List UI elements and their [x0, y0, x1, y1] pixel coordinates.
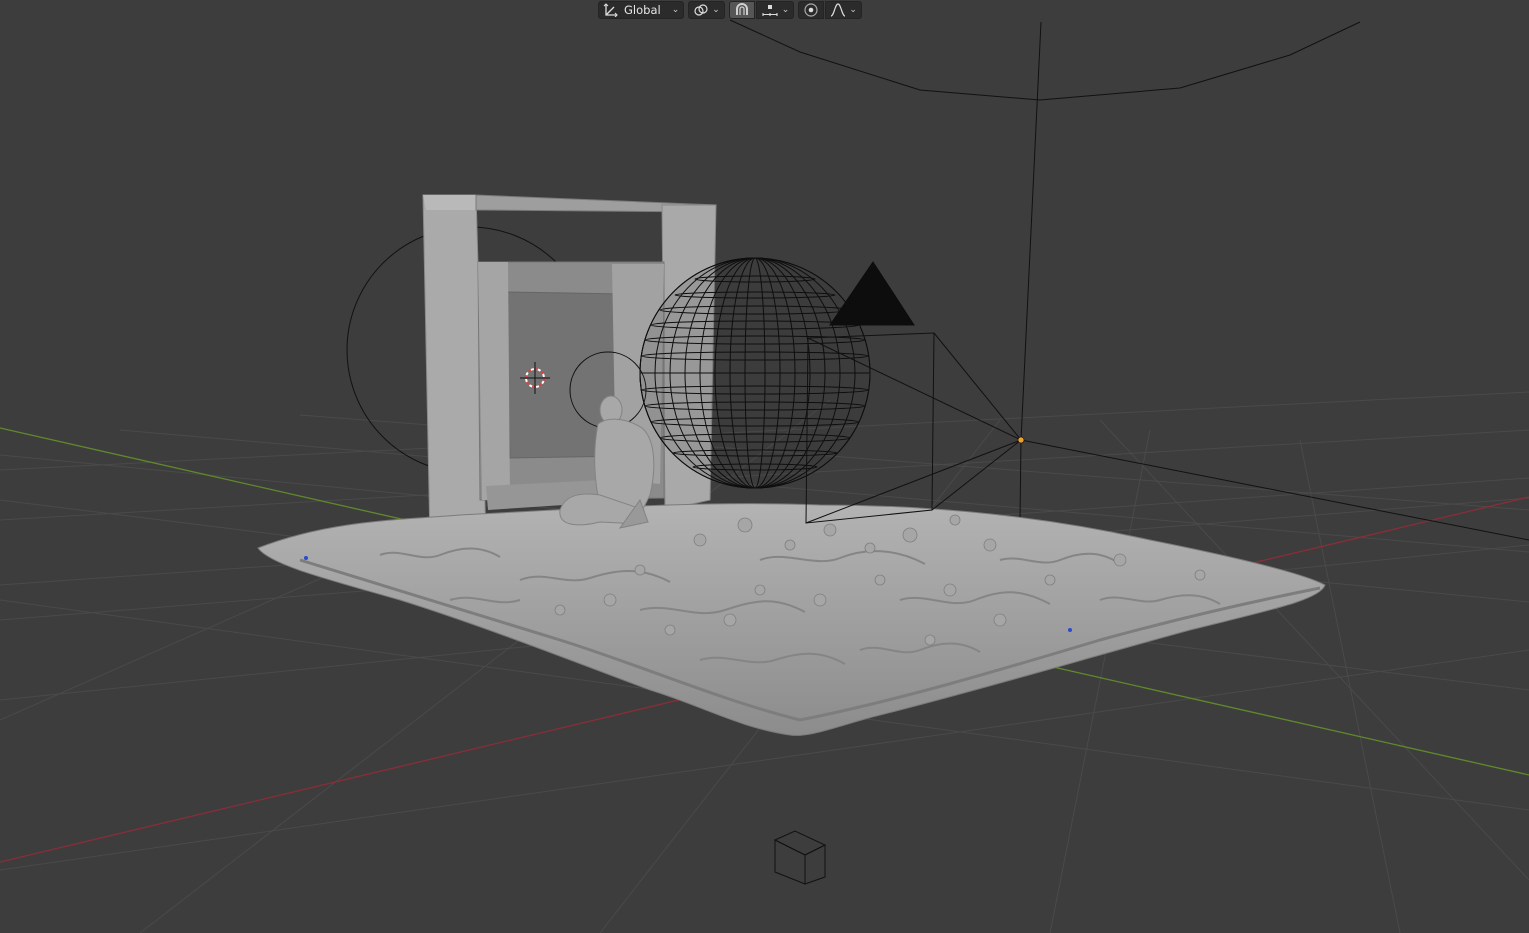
transform-orientation-label: Global	[624, 3, 661, 17]
chevron-down-icon: ⌄	[849, 5, 857, 15]
snap-magnet-icon	[734, 3, 750, 17]
pivot-point-icon	[693, 3, 709, 17]
proportional-editing-group: ⌄	[798, 1, 862, 19]
chevron-down-icon: ⌄	[781, 5, 790, 15]
proportional-editing-button[interactable]	[798, 1, 825, 19]
chevron-down-icon: ⌄	[712, 5, 720, 15]
falloff-curve-icon	[830, 3, 846, 17]
pivot-point-dropdown[interactable]: ⌄	[688, 1, 725, 19]
terrain-mesh[interactable]	[257, 503, 1326, 736]
snap-toggle-button[interactable]	[728, 1, 755, 19]
falloff-dropdown[interactable]: ⌄	[825, 1, 862, 19]
snapping-group: ⌄	[728, 1, 795, 19]
transform-orientation-icon	[603, 3, 619, 17]
chevron-down-icon: ⌄	[671, 5, 680, 15]
light-origin-dot[interactable]	[1017, 436, 1025, 444]
wireframe-sphere[interactable]	[639, 257, 871, 489]
snap-target-dropdown[interactable]: ⌄	[755, 1, 795, 19]
snap-increment-icon	[761, 3, 779, 17]
viewport-scene[interactable]	[0, 0, 1529, 933]
view-cube-gizmo[interactable]	[773, 830, 827, 885]
viewport-header-toolbar: Global ⌄ ⌄ ⌄ ⌄	[598, 0, 862, 20]
transform-orientation-dropdown[interactable]: Global ⌄	[598, 1, 685, 19]
3d-viewport[interactable]: Global ⌄ ⌄ ⌄ ⌄	[0, 0, 1529, 933]
proportional-editing-icon	[803, 3, 819, 17]
